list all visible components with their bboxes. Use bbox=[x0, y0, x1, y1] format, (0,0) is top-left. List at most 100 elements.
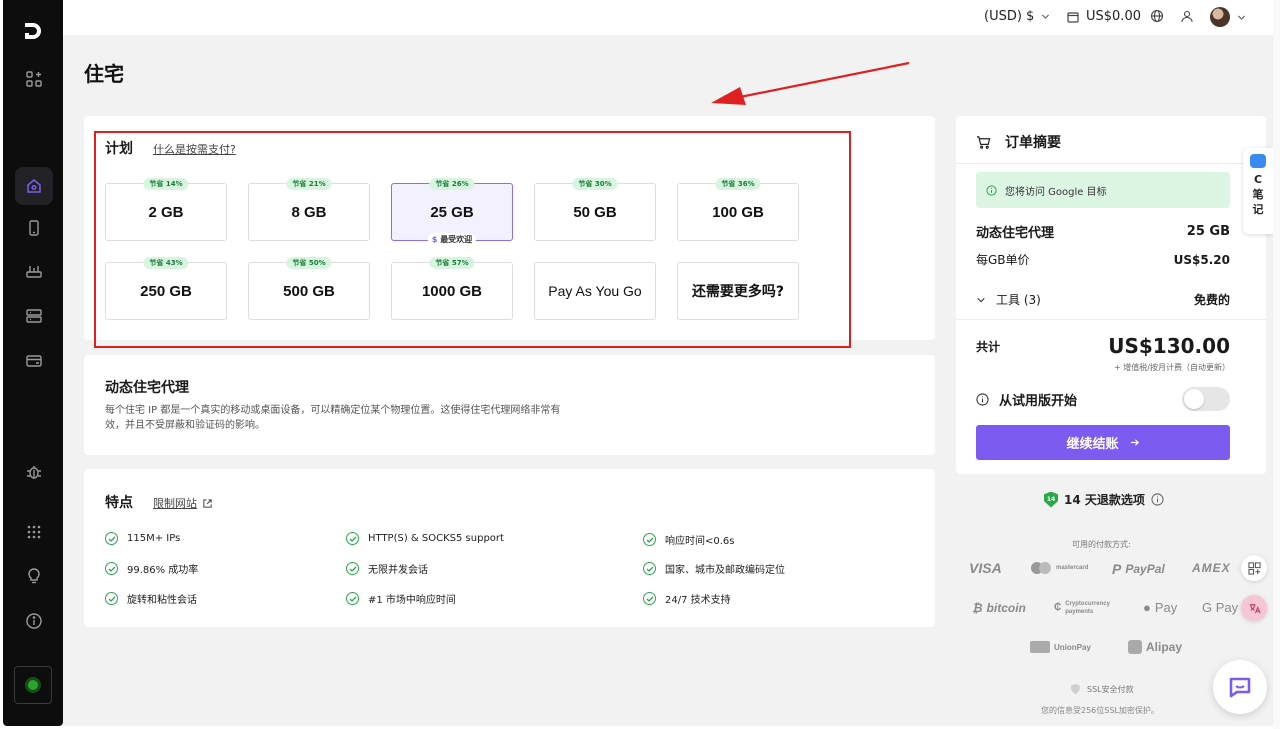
bitcoin-label: bitcoin bbox=[986, 601, 1026, 615]
notes-char: C bbox=[1253, 173, 1263, 186]
bitcoin-logo: ₿ bitcoin bbox=[972, 601, 1026, 615]
dollar-icon: $ bbox=[431, 235, 438, 244]
tools-value: 免费的 bbox=[1193, 293, 1230, 307]
info-icon[interactable] bbox=[1151, 493, 1164, 506]
feature-item: 国家、城市及邮政编码定位 bbox=[643, 561, 785, 576]
extension-grid-button[interactable] bbox=[1241, 555, 1267, 581]
check-circle-icon bbox=[346, 592, 359, 605]
tools-label: 工具 (3) bbox=[996, 293, 1041, 307]
restricted-sites-label: 限制网站 bbox=[153, 497, 197, 510]
apple-icon: ● bbox=[1143, 600, 1151, 615]
restricted-sites-link[interactable]: 限制网站 bbox=[153, 495, 213, 511]
profile-menu[interactable] bbox=[1210, 7, 1247, 27]
trial-toggle[interactable] bbox=[1182, 387, 1230, 411]
sidebar-item-datacenter[interactable] bbox=[15, 297, 53, 335]
notes-widget[interactable]: C 笔 记 bbox=[1243, 148, 1273, 234]
product-name: 动态住宅代理 bbox=[976, 226, 1055, 241]
cart-icon bbox=[1067, 11, 1079, 23]
alipay-label: Alipay bbox=[1146, 640, 1183, 654]
crypto-logo: ₵ Cryptocurrency payments bbox=[1054, 600, 1122, 616]
feature-item: 24/7 技术支持 bbox=[643, 591, 731, 606]
plan-tile-250gb[interactable]: 节省 43% 250 GB bbox=[105, 257, 227, 320]
tools-row[interactable]: 工具 (3) 免费的 bbox=[976, 291, 1230, 308]
mastercard-label: mastercard bbox=[1056, 565, 1089, 571]
currency-selector[interactable]: (USD) $ bbox=[984, 9, 1051, 24]
discount-badge: 节省 21% bbox=[286, 178, 332, 190]
feature-item: 无限并发会话 bbox=[346, 561, 428, 576]
arrow-right-icon bbox=[1130, 439, 1139, 446]
sidebar bbox=[3, 0, 63, 726]
cart-button[interactable]: US$0.00 bbox=[1066, 9, 1141, 24]
divider bbox=[956, 319, 1266, 320]
status-indicator[interactable] bbox=[14, 666, 52, 704]
unit-price-label: 每GB单价 bbox=[976, 253, 1030, 267]
language-button[interactable] bbox=[1150, 9, 1164, 23]
most-popular-badge: $ 最受欢迎 bbox=[427, 233, 477, 246]
check-circle-icon bbox=[643, 592, 656, 605]
plan-tile-pay-as-you-go[interactable]: Pay As You Go bbox=[534, 262, 656, 320]
ssl-label: SSL安全付款 bbox=[1087, 684, 1134, 694]
plan-tile-500gb[interactable]: 节省 50% 500 GB bbox=[248, 257, 370, 320]
paypal-mark-icon: P bbox=[1112, 561, 1122, 577]
feature-label: 24/7 技术支持 bbox=[665, 595, 731, 606]
sidebar-item-add-product[interactable] bbox=[15, 60, 53, 98]
sidebar-item-scraper[interactable] bbox=[15, 453, 53, 491]
tools-toggle[interactable]: 工具 (3) bbox=[976, 291, 1041, 308]
sidebar-item-residential[interactable] bbox=[15, 167, 53, 205]
plan-tile-2gb[interactable]: 节省 14% 2 GB bbox=[105, 178, 227, 241]
sidebar-item-isp[interactable] bbox=[15, 252, 53, 290]
plan-tile-need-more[interactable]: 还需要更多吗? bbox=[677, 262, 799, 320]
sidebar-item-info[interactable] bbox=[15, 602, 53, 640]
plan-size: 2 GB bbox=[148, 203, 184, 221]
refund-option: 14 14 天退款选项 bbox=[1044, 491, 1164, 508]
apple-pay-label: Pay bbox=[1154, 600, 1178, 615]
plan-tile-25gb[interactable]: 节省 26% 25 GB $ 最受欢迎 bbox=[391, 178, 513, 246]
paypal-label: PayPal bbox=[1125, 562, 1165, 576]
features-title: 特点 bbox=[105, 495, 133, 511]
plan-size: 还需要更多吗? bbox=[691, 284, 785, 300]
chat-support-button[interactable] bbox=[1213, 660, 1267, 714]
description-text: 每个住宅 IP 都是一个真实的移动或桌面设备，可以精确定位某个物理位置。这使得住… bbox=[105, 405, 561, 431]
popular-label: 最受欢迎 bbox=[440, 235, 473, 244]
alipay-logo: Alipay bbox=[1128, 640, 1182, 654]
server-icon bbox=[26, 309, 42, 323]
plan-tile-50gb[interactable]: 节省 30% 50 GB bbox=[534, 178, 656, 241]
chevron-down-icon bbox=[977, 297, 985, 302]
plan-size: Pay As You Go bbox=[548, 283, 642, 299]
info-icon bbox=[986, 184, 997, 196]
apps-grid-icon bbox=[27, 525, 41, 539]
total-label: 共计 bbox=[976, 339, 1001, 354]
home-icon bbox=[27, 179, 41, 193]
sidebar-item-billing[interactable] bbox=[15, 342, 53, 380]
bug-icon bbox=[27, 466, 41, 479]
plan-size: 50 GB bbox=[573, 203, 617, 221]
scrollbar[interactable] bbox=[1273, 0, 1280, 729]
feature-item: #1 市场中响应时间 bbox=[346, 591, 456, 606]
account-button[interactable] bbox=[1180, 9, 1194, 23]
tax-note: + 增值税/按月计费（自动更新） bbox=[1114, 363, 1230, 372]
currency-label: (USD) $ bbox=[984, 9, 1035, 24]
description-title: 动态住宅代理 bbox=[105, 380, 189, 396]
page-title: 住宅 bbox=[84, 62, 124, 86]
sidebar-item-ideas[interactable] bbox=[15, 556, 53, 594]
translate-button[interactable] bbox=[1241, 595, 1267, 621]
plan-tile-8gb[interactable]: 节省 21% 8 GB bbox=[248, 178, 370, 241]
discount-badge: 节省 43% bbox=[143, 257, 189, 269]
feature-item: HTTP(S) & SOCKS5 support bbox=[346, 532, 504, 545]
checkout-button[interactable]: 继续结账 bbox=[976, 425, 1230, 460]
lightbulb-icon bbox=[28, 568, 40, 584]
plan-tile-100gb[interactable]: 节省 36% 100 GB bbox=[677, 178, 799, 241]
feature-label: 国家、城市及邮政编码定位 bbox=[665, 565, 785, 576]
plan-tile-1000gb[interactable]: 节省 57% 1000 GB bbox=[391, 257, 513, 320]
divider bbox=[956, 163, 1266, 164]
sidebar-item-apps[interactable] bbox=[15, 513, 53, 551]
features-card: 特点 限制网站 115M+ IPs HTTP(S) & SOCKS5 suppo… bbox=[84, 469, 935, 627]
mobile-icon bbox=[29, 220, 39, 236]
check-circle-icon bbox=[105, 592, 118, 605]
grid-plus-icon bbox=[1247, 561, 1261, 575]
sidebar-item-mobile[interactable] bbox=[15, 209, 53, 247]
pay-as-you-go-help-link[interactable]: 什么是按需支付? bbox=[153, 141, 236, 157]
cart-amount: US$0.00 bbox=[1086, 9, 1141, 24]
brand-logo-icon[interactable] bbox=[22, 20, 44, 42]
google-pay-logo: G Pay bbox=[1202, 600, 1239, 615]
